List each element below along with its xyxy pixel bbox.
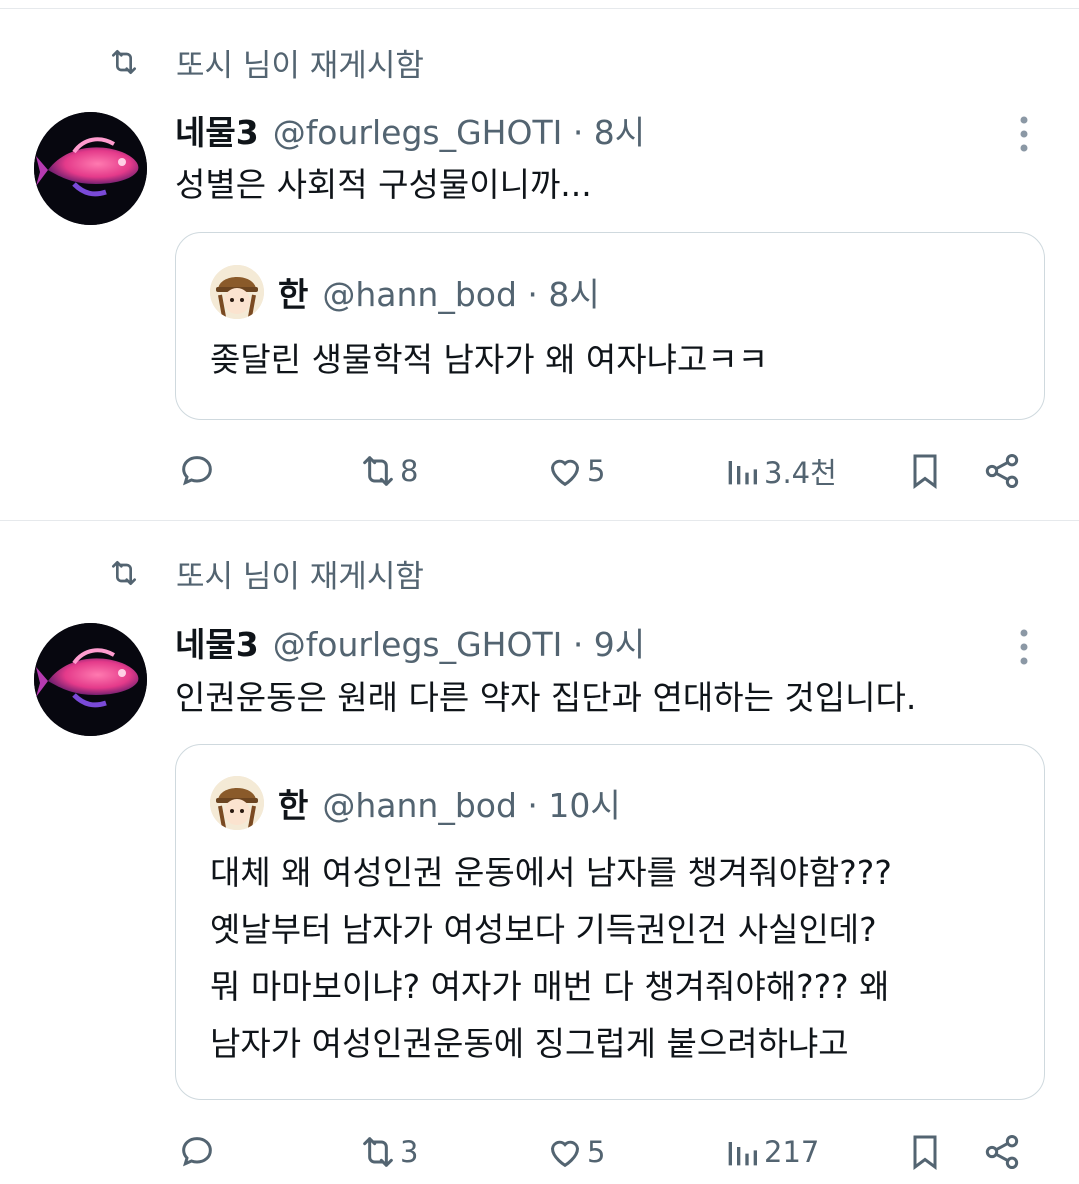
- quoted-text-line: 남자가 여성인권운동에 징그럽게 붙으려하냐고: [210, 1024, 849, 1063]
- repost-context[interactable]: 또시 님이 재게시함: [104, 553, 424, 595]
- more-button[interactable]: [1008, 623, 1040, 667]
- views-count: 3.4천: [764, 456, 837, 490]
- bookmark-button[interactable]: [905, 446, 945, 496]
- quoted-avatar[interactable]: [210, 776, 264, 830]
- bookmark-button[interactable]: [905, 1127, 945, 1177]
- action-bar: 3 5 217: [0, 1127, 1079, 1177]
- repost-icon: [112, 561, 136, 585]
- avatar[interactable]: [34, 623, 147, 736]
- repost-count: 8: [400, 454, 419, 488]
- character-avatar-image: [210, 265, 264, 319]
- like-button[interactable]: 5: [545, 446, 605, 496]
- views-icon: [728, 1142, 757, 1166]
- repost-button[interactable]: 3: [358, 1127, 418, 1177]
- repost-label: 또시 님이 재게시함: [176, 558, 424, 595]
- share-icon: [985, 1135, 1019, 1169]
- like-icon: [550, 459, 580, 487]
- bookmark-icon: [913, 454, 937, 489]
- like-button[interactable]: 5: [545, 1127, 605, 1177]
- views-button[interactable]: 3.4천: [722, 446, 837, 496]
- tweet-header: 네물3 @fourlegs_GHOTI · 8시: [175, 108, 645, 152]
- tweet-text: 인권운동은 원래 다른 약자 집단과 연대하는 것입니다.: [175, 678, 917, 717]
- views-button[interactable]: 217: [722, 1127, 819, 1177]
- like-count: 5: [587, 454, 606, 488]
- reply-icon: [182, 456, 212, 486]
- author-handle-time[interactable]: @fourlegs_GHOTI · 8시: [273, 106, 645, 154]
- quoted-text-line: 옛날부터 남자가 여성보다 기득권인건 사실인데?: [210, 910, 877, 949]
- quoted-handle-time: @hann_bod · 10시: [322, 786, 621, 825]
- like-icon: [550, 1140, 580, 1168]
- reply-icon: [182, 1137, 212, 1167]
- like-count: 5: [587, 1135, 606, 1169]
- share-button[interactable]: [982, 446, 1022, 496]
- quoted-handle-time: @hann_bod · 8시: [322, 275, 600, 314]
- repost-icon: [363, 1137, 393, 1167]
- quoted-tweet-header: 한 @hann_bod · 8시: [210, 265, 600, 319]
- share-button[interactable]: [982, 1127, 1022, 1177]
- character-avatar-image: [210, 776, 264, 830]
- quoted-text-line: 대체 왜 여성인권 운동에서 남자를 챙겨줘야함???: [210, 853, 892, 892]
- tweet-text: 성별은 사회적 구성물이니까...: [175, 165, 592, 204]
- repost-count: 3: [400, 1135, 419, 1169]
- quoted-avatar[interactable]: [210, 265, 264, 319]
- quoted-tweet[interactable]: 한 @hann_bod · 8시 좆달린 생물학적 남자가 왜 여자냐고ㅋㅋ: [175, 232, 1045, 420]
- quoted-text-line: 좆달린 생물학적 남자가 왜 여자냐고ㅋㅋ: [210, 340, 769, 379]
- repost-icon: [112, 50, 136, 74]
- more-button[interactable]: [1008, 110, 1040, 154]
- bookmark-icon: [913, 1135, 937, 1170]
- tweet-header: 네물3 @fourlegs_GHOTI · 9시: [175, 620, 645, 664]
- reply-button[interactable]: [177, 1127, 217, 1177]
- quoted-author-name: 한: [278, 275, 309, 314]
- more-icon: [1020, 629, 1028, 665]
- repost-icon: [363, 456, 393, 486]
- share-icon: [985, 454, 1019, 488]
- views-icon: [728, 461, 757, 485]
- repost-label: 또시 님이 재게시함: [176, 47, 424, 84]
- avatar[interactable]: [34, 112, 147, 225]
- quoted-text-line: 뭐 마마보이냐? 여자가 매번 다 챙겨줘야해??? 왜: [210, 967, 890, 1006]
- action-bar: 8 5 3.4천: [0, 446, 1079, 496]
- views-count: 217: [764, 1135, 820, 1169]
- quoted-tweet[interactable]: 한 @hann_bod · 10시 대체 왜 여성인권 운동에서 남자를 챙겨줘…: [175, 744, 1045, 1100]
- quoted-tweet-header: 한 @hann_bod · 10시: [210, 776, 621, 830]
- fish-avatar-image: [34, 623, 147, 736]
- quoted-author-name: 한: [278, 786, 309, 825]
- author-name[interactable]: 네물3: [175, 106, 259, 154]
- fish-avatar-image: [34, 112, 147, 225]
- repost-context[interactable]: 또시 님이 재게시함: [104, 42, 424, 84]
- reply-button[interactable]: [177, 446, 217, 496]
- tweet-1[interactable]: 또시 님이 재게시함 네물3 @fourlegs_GHOTI · 8시 성별은 …: [0, 0, 1079, 520]
- tweet-2[interactable]: 또시 님이 재게시함 네물3 @fourlegs_GHOTI · 9시 인권운동…: [0, 521, 1079, 1184]
- author-name[interactable]: 네물3: [175, 618, 259, 666]
- repost-button[interactable]: 8: [358, 446, 418, 496]
- author-handle-time[interactable]: @fourlegs_GHOTI · 9시: [273, 618, 645, 666]
- more-icon: [1020, 116, 1028, 152]
